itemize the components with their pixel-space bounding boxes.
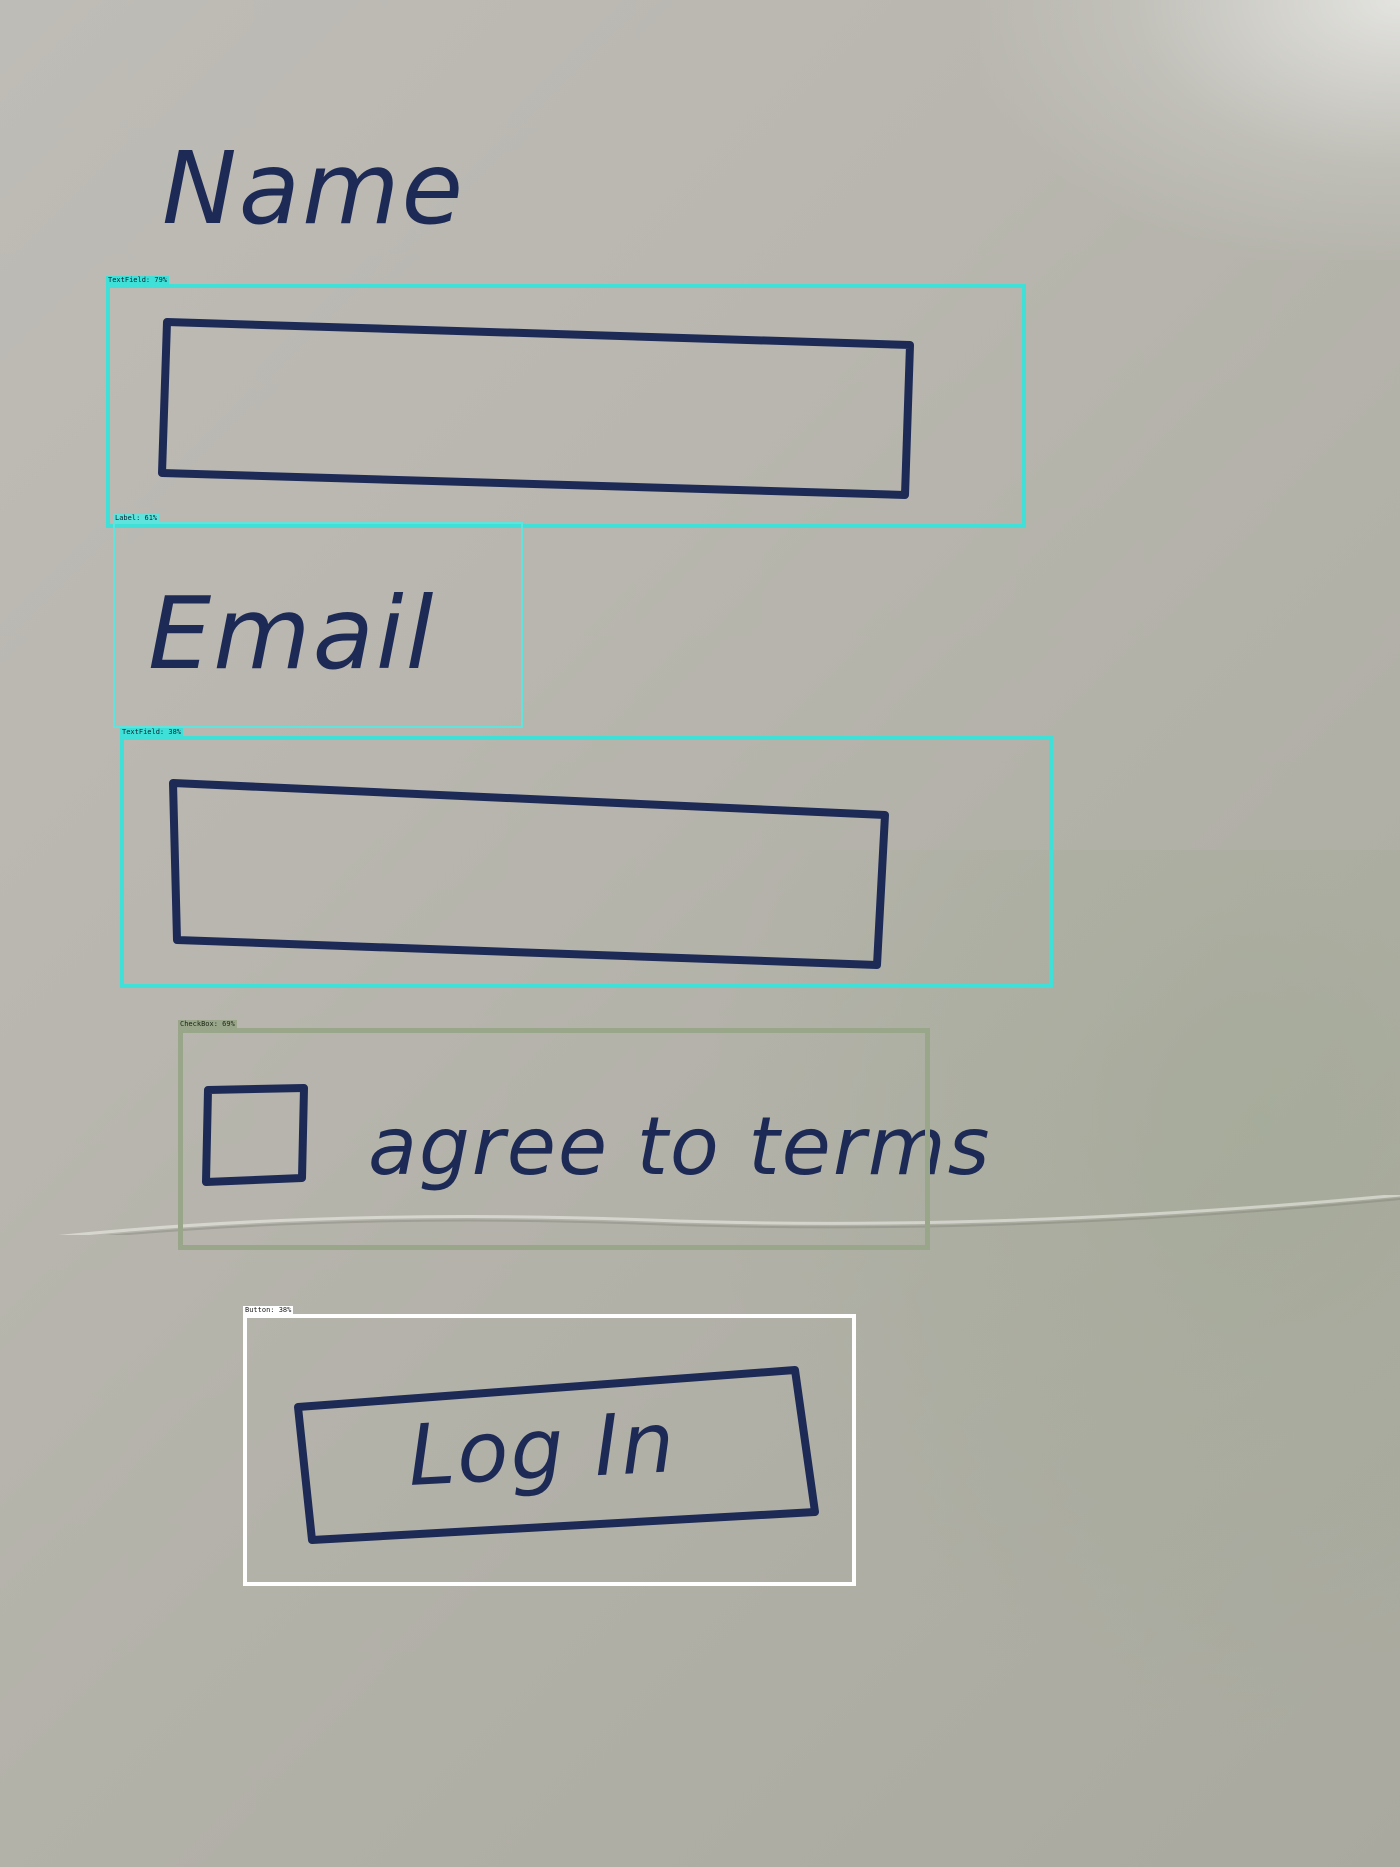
- detection-box-name-field: TextField: 79%: [106, 276, 1026, 528]
- paper-highlight: [980, 0, 1400, 260]
- detection-label: Button: 38%: [243, 1306, 294, 1314]
- detection-box-button: Button: 38%: [243, 1306, 856, 1586]
- detection-label: CheckBox: 69%: [178, 1020, 237, 1028]
- detection-label: TextField: 38%: [120, 728, 184, 736]
- name-label: Name: [162, 130, 466, 247]
- detection-label: TextField: 79%: [106, 276, 170, 284]
- detection-box-email-field: TextField: 38%: [120, 728, 1053, 988]
- paper-sketch-canvas: { "form": { "name_label": "Name", "email…: [0, 0, 1400, 1867]
- detection-label: Label: 61%: [113, 514, 160, 522]
- detection-box-checkbox: CheckBox: 69%: [178, 1020, 930, 1250]
- detection-box-email-label: Label: 61%: [113, 514, 523, 728]
